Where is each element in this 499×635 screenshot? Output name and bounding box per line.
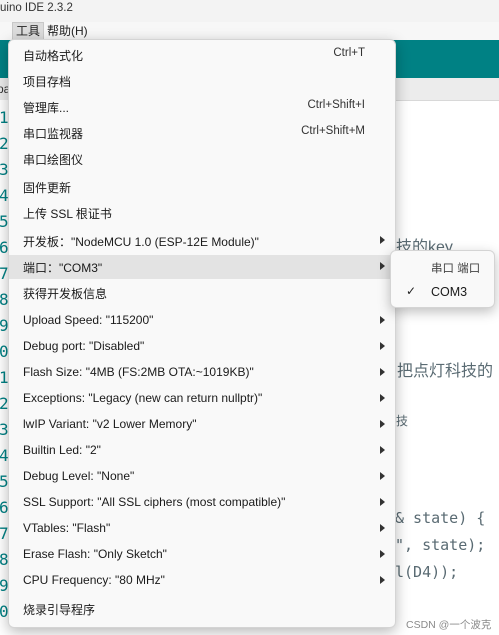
port-option-com3[interactable]: COM3 — [431, 285, 467, 299]
tools-menu-item[interactable]: Debug Level: "None" — [9, 465, 395, 489]
tools-menu-item[interactable]: 串口绘图仪 — [9, 147, 395, 171]
menu-item-label: 上传 SSL 根证书 — [23, 207, 112, 221]
window-title: uino IDE 2.3.2 — [0, 2, 73, 14]
menu-item-label: Builtin Led: "2" — [23, 443, 101, 457]
tools-menu-item[interactable]: 管理库... Ctrl+Shift+I — [9, 95, 395, 119]
port-submenu: 串口 端口 ✓ COM3 — [390, 250, 495, 308]
menu-item-shortcut: Ctrl+T — [333, 47, 365, 59]
chevron-right-icon — [380, 420, 385, 428]
menu-item-label: CPU Frequency: "80 MHz" — [23, 573, 165, 587]
code-line: l(D4)); — [395, 563, 459, 581]
tools-menu-item[interactable]: Builtin Led: "2" — [9, 439, 395, 463]
menu-item-shortcut: Ctrl+Shift+I — [307, 99, 365, 111]
tools-menu-item[interactable]: 固件更新 — [9, 175, 395, 199]
menu-item-label: Debug port: "Disabled" — [23, 339, 145, 353]
tools-menu-item[interactable]: 获得开发板信息 — [9, 281, 395, 305]
menu-item-label: Flash Size: "4MB (FS:2MB OTA:~1019KB)" — [23, 365, 254, 379]
tools-menu-item[interactable]: 自动格式化 Ctrl+T — [9, 43, 395, 67]
tools-menu-item[interactable]: 串口监视器 Ctrl+Shift+M — [9, 121, 395, 145]
tools-menu-item[interactable]: Exceptions: "Legacy (new can return null… — [9, 387, 395, 411]
tools-menu-item[interactable]: 上传 SSL 根证书 — [9, 201, 395, 225]
menu-file[interactable]: l — [0, 22, 3, 40]
code-comment-fragment: 技 — [396, 414, 409, 428]
menu-item-shortcut: Ctrl+Shift+M — [301, 125, 365, 137]
code-line: ", state); — [395, 536, 486, 554]
menu-item-label: Debug Level: "None" — [23, 469, 135, 483]
tools-menu-item[interactable]: Flash Size: "4MB (FS:2MB OTA:~1019KB)" — [9, 361, 395, 385]
menu-help[interactable]: 帮助(H) — [44, 22, 91, 40]
tools-menu-item[interactable]: Debug port: "Disabled" — [9, 335, 395, 359]
port-submenu-header: 串口 端口 — [431, 263, 481, 275]
title-bar: uino IDE 2.3.2 — [0, 0, 499, 22]
tools-menu-item[interactable]: VTables: "Flash" — [9, 517, 395, 541]
chevron-right-icon — [380, 316, 385, 324]
menu-item-label: Exceptions: "Legacy (new can return null… — [23, 391, 263, 405]
chevron-right-icon — [380, 394, 385, 402]
tools-menu-item[interactable]: 开发板："NodeMCU 1.0 (ESP-12E Module)" — [9, 229, 395, 253]
tools-menu-item[interactable]: 项目存档 — [9, 69, 395, 93]
menu-item-label: 获得开发板信息 — [23, 287, 108, 301]
menu-item-label: 项目存档 — [23, 75, 72, 89]
code-comment-fragment: 把点灯科技的 — [397, 363, 494, 380]
chevron-right-icon — [380, 550, 385, 558]
checkmark-icon: ✓ — [406, 284, 417, 298]
watermark: CSDN @一个波克 — [406, 619, 492, 631]
tools-menu-item[interactable]: lwIP Variant: "v2 Lower Memory" — [9, 413, 395, 437]
chevron-right-icon — [380, 236, 385, 244]
tools-menu-item[interactable]: CPU Frequency: "80 MHz" — [9, 569, 395, 593]
chevron-right-icon — [380, 262, 385, 270]
chevron-right-icon — [380, 368, 385, 376]
menu-tools[interactable]: 工具 — [12, 22, 45, 40]
tools-menu-item[interactable]: Erase Flash: "Only Sketch" — [9, 543, 395, 567]
menu-item-label: 串口绘图仪 — [23, 153, 84, 167]
menu-item-label: 端口："COM3" — [23, 261, 103, 275]
chevron-right-icon — [380, 472, 385, 480]
menu-item-label: lwIP Variant: "v2 Lower Memory" — [23, 417, 197, 431]
tools-menu-item[interactable]: 烧录引导程序 — [9, 597, 395, 621]
chevron-right-icon — [380, 576, 385, 584]
tools-menu: 自动格式化 Ctrl+T 项目存档管理库... Ctrl+Shift+I 串口监视器 Ct… — [8, 39, 396, 628]
chevron-right-icon — [380, 498, 385, 506]
menu-item-label: 管理库... — [23, 101, 70, 115]
menu-item-label: 开发板："NodeMCU 1.0 (ESP-12E Module)" — [23, 235, 259, 249]
tools-menu-item[interactable]: Upload Speed: "115200" — [9, 309, 395, 333]
menu-item-label: SSL Support: "All SSL ciphers (most comp… — [23, 495, 286, 509]
menu-item-label: VTables: "Flash" — [23, 521, 111, 535]
menu-item-label: 固件更新 — [23, 181, 72, 195]
menu-item-label: 自动格式化 — [23, 49, 84, 63]
menu-item-label: Erase Flash: "Only Sketch" — [23, 547, 167, 561]
code-line: & state) { — [395, 509, 486, 527]
menu-item-label: Upload Speed: "115200" — [23, 313, 154, 327]
chevron-right-icon — [380, 446, 385, 454]
menu-bar: l 工具 帮助(H) — [0, 22, 499, 40]
chevron-right-icon — [380, 524, 385, 532]
tools-menu-item[interactable]: 端口："COM3" — [9, 255, 395, 279]
chevron-right-icon — [380, 342, 385, 350]
tools-menu-item[interactable]: SSL Support: "All SSL ciphers (most comp… — [9, 491, 395, 515]
menu-item-label: 串口监视器 — [23, 127, 84, 141]
menu-item-label: 烧录引导程序 — [23, 603, 96, 617]
